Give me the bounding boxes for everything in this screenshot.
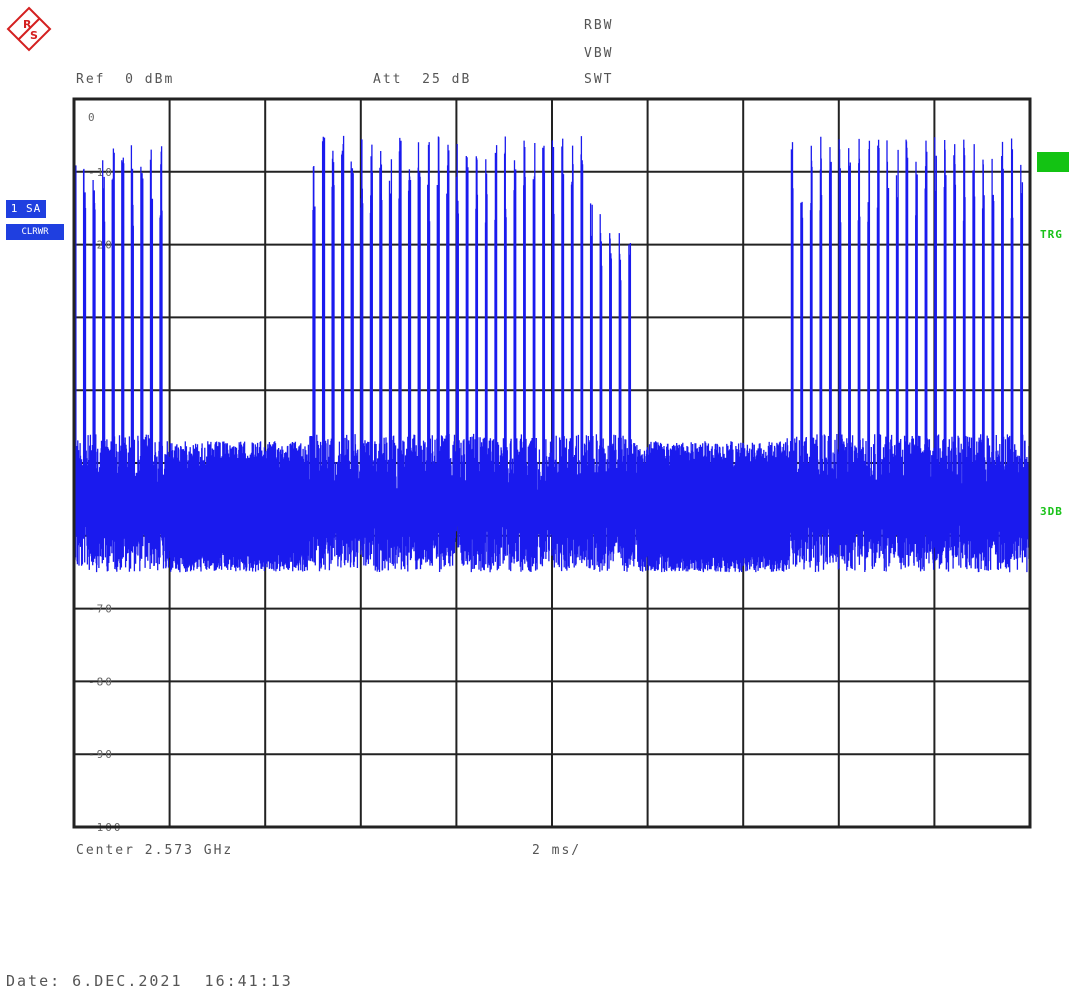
y-tick-label: -90 bbox=[88, 748, 114, 761]
trace-path bbox=[73, 135, 1031, 573]
y-tick-label: -10 bbox=[88, 166, 114, 179]
date-label: Date: 6.DEC.2021 16:41:13 bbox=[6, 972, 293, 990]
trace-1 bbox=[73, 135, 1031, 573]
y-tick-label: -20 bbox=[88, 239, 114, 252]
center-frequency-label: Center 2.573 GHz bbox=[76, 843, 234, 858]
time-per-division-label: 2 ms/ bbox=[532, 843, 582, 858]
y-tick-label: -80 bbox=[88, 675, 114, 688]
y-tick-label: -70 bbox=[88, 603, 114, 616]
y-tick-label: 0 bbox=[88, 111, 97, 124]
